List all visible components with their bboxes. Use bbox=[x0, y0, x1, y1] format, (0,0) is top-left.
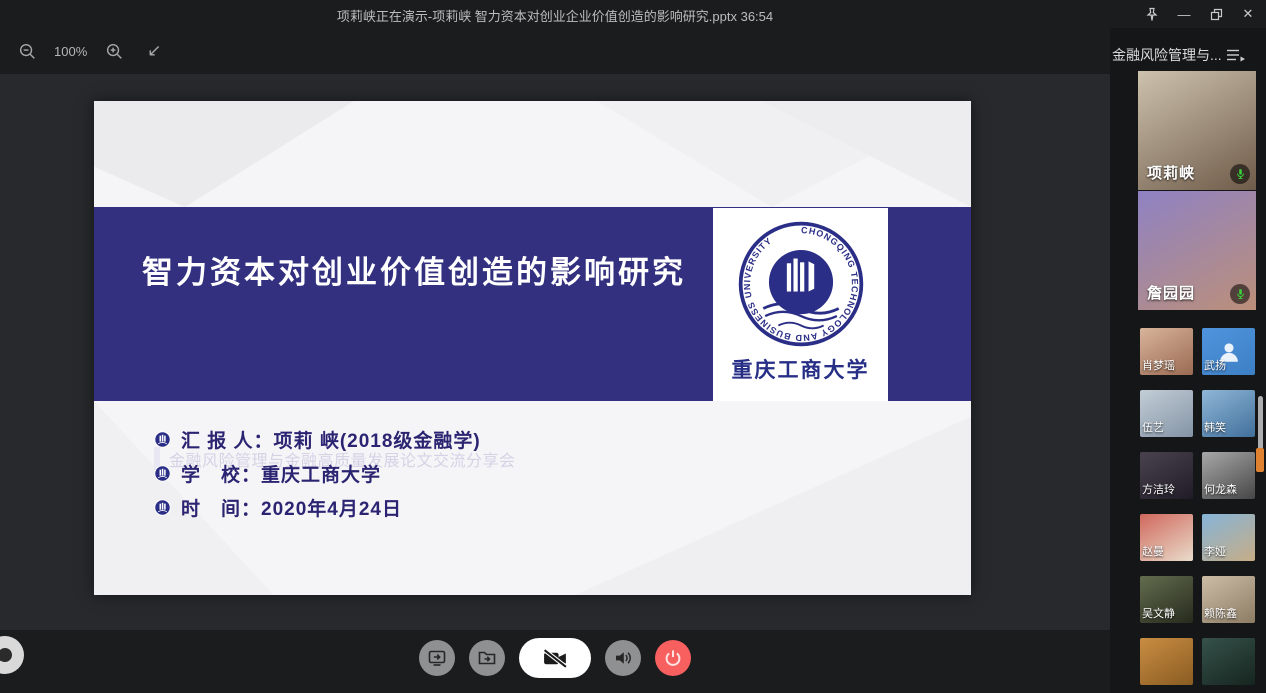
zoom-out-icon[interactable] bbox=[14, 38, 40, 64]
power-icon bbox=[663, 648, 683, 668]
slide-deco-polygon bbox=[94, 101, 354, 207]
meeting-window: 项莉峡正在演示-项莉峡 智力资本对创业企业价值创造的影响研究.pptx 36:5… bbox=[0, 0, 1266, 693]
participant-video-tile[interactable]: 何龙森 bbox=[1202, 452, 1255, 499]
active-speaker-marker bbox=[1256, 448, 1264, 472]
zoom-in-icon[interactable] bbox=[101, 38, 127, 64]
participant-video-tile[interactable]: 方洁玲 bbox=[1140, 452, 1193, 499]
participant-grid: 肖梦瑶 武扬 伍艺 韩笑 方洁玲 bbox=[1140, 328, 1255, 685]
presentation-stage: 智力资本对创业价值创造的影响研究 金融风险管理与金融高质量发展论文交流分享会 C… bbox=[0, 74, 1110, 630]
zoom-toolbar: 100% ↙ bbox=[0, 28, 1110, 74]
member-list-icon[interactable] bbox=[1226, 48, 1246, 62]
share-file-icon bbox=[477, 648, 497, 668]
share-screen-button[interactable] bbox=[419, 640, 455, 676]
info-line: 时 间：2020年4月24日 bbox=[154, 495, 481, 519]
slide-title: 智力资本对创业价值创造的影响研究 bbox=[124, 247, 704, 292]
featured-videos: 项莉峡 詹园园 bbox=[1138, 71, 1256, 311]
participant-name-label: 吴文静 bbox=[1142, 605, 1175, 621]
microphone-icon bbox=[1230, 284, 1250, 304]
participant-video-tile[interactable]: 武扬 bbox=[1202, 328, 1255, 375]
sidebar-scrollbar-thumb[interactable] bbox=[1258, 396, 1263, 450]
participant-video-tile[interactable] bbox=[1202, 638, 1255, 685]
camera-toggle-button[interactable] bbox=[519, 638, 591, 678]
participant-video-tile[interactable]: 伍艺 bbox=[1140, 390, 1193, 437]
university-seal-icon: CHONGQING TECHNOLOGY AND BUSINESS UNIVER… bbox=[735, 218, 867, 350]
participant-name-label: 方洁玲 bbox=[1142, 481, 1175, 497]
participant-video-tile[interactable]: 肖梦瑶 bbox=[1140, 328, 1193, 375]
microphone-icon bbox=[1230, 164, 1250, 184]
participant-video-tile[interactable]: 赖陈鑫 bbox=[1202, 576, 1255, 623]
fit-view-icon[interactable]: ↙ bbox=[141, 41, 167, 61]
minimize-button[interactable]: — bbox=[1172, 3, 1196, 25]
leave-meeting-button[interactable] bbox=[655, 640, 691, 676]
participant-name-label: 詹园园 bbox=[1147, 282, 1195, 303]
pin-icon[interactable] bbox=[1140, 3, 1164, 25]
university-name: 重庆工商大学 bbox=[732, 354, 870, 384]
participant-name-label: 肖梦瑶 bbox=[1142, 357, 1175, 373]
info-line: 汇 报 人：项莉 峡(2018级金融学) bbox=[154, 427, 481, 451]
share-screen-icon bbox=[427, 648, 447, 668]
control-dock bbox=[0, 638, 1110, 678]
participant-video-tile[interactable]: 韩笑 bbox=[1202, 390, 1255, 437]
participant-video-tile[interactable] bbox=[1140, 638, 1193, 685]
participant-name-label: 何龙森 bbox=[1204, 481, 1237, 497]
presenter-line: 汇 报 人：项莉 峡(2018级金融学) bbox=[181, 426, 481, 453]
slide-info-block: 汇 报 人：项莉 峡(2018级金融学) 学 校：重庆工商大学 时 间：2020… bbox=[154, 427, 481, 529]
sidebar-header: 金融风险管理与... bbox=[1112, 44, 1264, 66]
bottom-toolbar bbox=[0, 630, 1110, 693]
close-button[interactable]: ✕ bbox=[1236, 3, 1260, 25]
slide: 智力资本对创业价值创造的影响研究 金融风险管理与金融高质量发展论文交流分享会 C… bbox=[94, 101, 971, 595]
school-line: 学 校：重庆工商大学 bbox=[181, 460, 381, 487]
bullet-seal-icon bbox=[154, 431, 171, 448]
restore-button[interactable] bbox=[1204, 3, 1228, 25]
date-line: 时 间：2020年4月24日 bbox=[181, 494, 402, 521]
window-title: 项莉峡正在演示-项莉峡 智力资本对创业企业价值创造的影响研究.pptx 36:5… bbox=[0, 6, 1110, 25]
participant-name-label: 武扬 bbox=[1204, 357, 1226, 373]
participants-sidebar: 金融风险管理与... 项莉峡 詹园园 bbox=[1110, 0, 1266, 693]
participant-name-label: 伍艺 bbox=[1142, 419, 1164, 435]
meeting-name-label: 金融风险管理与... bbox=[1112, 45, 1222, 65]
camera-off-icon bbox=[542, 648, 569, 669]
speaker-icon bbox=[613, 648, 633, 668]
slide-deco-polygon bbox=[541, 401, 971, 595]
window-controls: — ✕ bbox=[1140, 3, 1260, 25]
participant-video-tile[interactable]: 詹园园 bbox=[1138, 191, 1256, 310]
share-file-button[interactable] bbox=[469, 640, 505, 676]
speaker-button[interactable] bbox=[605, 640, 641, 676]
participant-name-label: 李娅 bbox=[1204, 543, 1226, 559]
info-line: 学 校：重庆工商大学 bbox=[154, 461, 481, 485]
participant-video-tile[interactable]: 吴文静 bbox=[1140, 576, 1193, 623]
participant-video-tile[interactable]: 赵曼 bbox=[1140, 514, 1193, 561]
title-bar: 项莉峡正在演示-项莉峡 智力资本对创业企业价值创造的影响研究.pptx 36:5… bbox=[0, 0, 1266, 28]
participant-video-tile[interactable]: 项莉峡 bbox=[1138, 71, 1256, 190]
zoom-level-label: 100% bbox=[54, 44, 87, 59]
bullet-seal-icon bbox=[154, 499, 171, 516]
participant-name-label: 赵曼 bbox=[1142, 543, 1164, 559]
bullet-seal-icon bbox=[154, 465, 171, 482]
participant-name-label: 赖陈鑫 bbox=[1204, 605, 1237, 621]
participant-name-label: 韩笑 bbox=[1204, 419, 1226, 435]
participant-video-tile[interactable]: 李娅 bbox=[1202, 514, 1255, 561]
university-logo-box: CHONGQING TECHNOLOGY AND BUSINESS UNIVER… bbox=[713, 208, 888, 401]
participant-name-label: 项莉峡 bbox=[1147, 162, 1195, 183]
